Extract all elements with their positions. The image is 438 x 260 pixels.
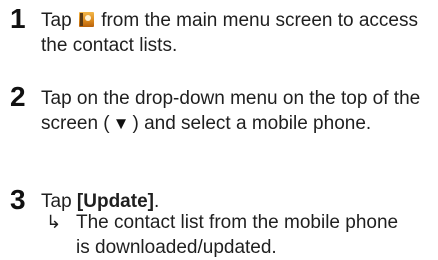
step-text-after: ) and select a mobile phone. xyxy=(132,113,372,134)
update-button-label: [Update] xyxy=(76,191,154,212)
step-text-before: Tap xyxy=(41,191,77,212)
step-text: Tap from the main menu screen to access … xyxy=(41,8,431,58)
result-arrow-icon: ↳ xyxy=(46,212,62,232)
contacts-book-icon xyxy=(78,12,94,27)
step-text: Tap on the drop-down menu on the top of … xyxy=(41,86,431,136)
step-text-after: from the main menu screen to access the … xyxy=(41,10,419,56)
step-number: 1 xyxy=(10,3,26,34)
step-number: 2 xyxy=(10,81,26,112)
result-text: The contact list from the mobile phone i… xyxy=(76,212,399,258)
dropdown-triangle-icon: ▼ xyxy=(112,114,130,133)
step-text-before: Tap xyxy=(41,10,77,31)
step-number: 3 xyxy=(10,184,26,215)
step-text-after: . xyxy=(153,191,160,212)
